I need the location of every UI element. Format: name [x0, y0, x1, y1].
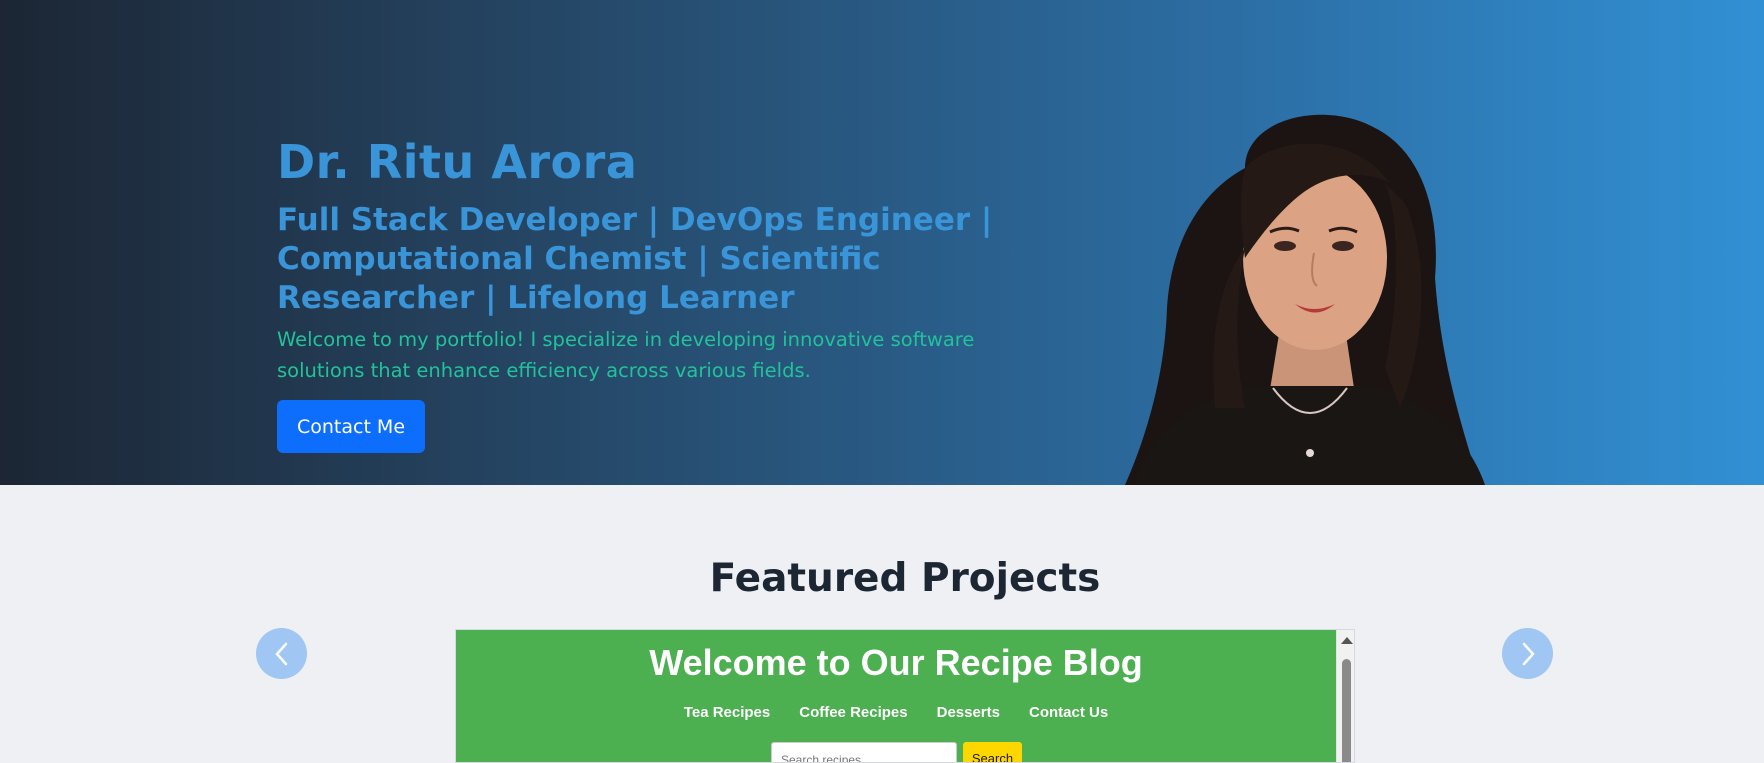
hero-intro: Welcome to my portfolio! I specialize in…: [277, 328, 975, 382]
nav-coffee-recipes[interactable]: Coffee Recipes: [799, 704, 907, 721]
preview-scrollbar[interactable]: [1336, 630, 1354, 762]
scrollbar-thumb[interactable]: [1342, 659, 1351, 762]
chevron-left-icon: [274, 642, 287, 665]
nav-tea-recipes[interactable]: Tea Recipes: [684, 704, 770, 721]
hero-section: Dr. Ritu Arora Full Stack Developer | De…: [0, 0, 1764, 485]
carousel-prev-button[interactable]: [256, 628, 307, 679]
profile-photo: [1125, 114, 1485, 485]
carousel-next-button[interactable]: [1502, 628, 1553, 679]
recipe-blog-nav: Tea Recipes Coffee Recipes Desserts Cont…: [456, 704, 1336, 721]
scroll-up-icon[interactable]: [1341, 637, 1353, 644]
nav-desserts[interactable]: Desserts: [937, 704, 1000, 721]
contact-me-button[interactable]: Contact Me: [277, 400, 425, 453]
hero-roles: Full Stack Developer | DevOps Engineer |…: [277, 202, 993, 316]
recipe-search-button[interactable]: Search: [963, 742, 1022, 762]
nav-contact-us[interactable]: Contact Us: [1029, 704, 1108, 721]
chevron-right-icon: [1522, 642, 1535, 665]
recipe-blog-title: Welcome to Our Recipe Blog: [649, 642, 1143, 683]
recipe-search-input[interactable]: Search recipes...: [771, 742, 957, 762]
featured-projects-title: Featured Projects: [709, 556, 1101, 601]
recipe-blog-preview: Welcome to Our Recipe Blog Tea Recipes C…: [456, 630, 1336, 762]
hero-name: Dr. Ritu Arora: [277, 135, 638, 189]
project-preview-frame[interactable]: Welcome to Our Recipe Blog Tea Recipes C…: [455, 629, 1355, 763]
